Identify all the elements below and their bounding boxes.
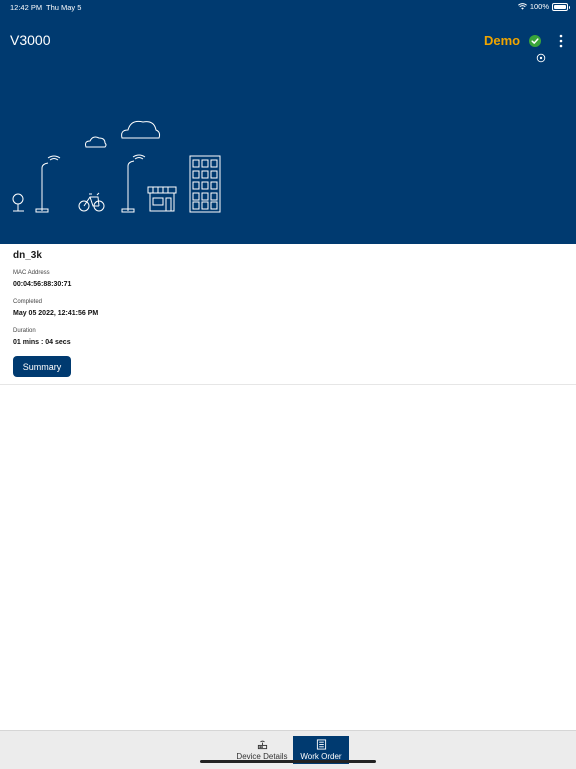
mac-address-label: MAC Address: [13, 270, 50, 276]
status-indicators: 100%: [517, 2, 570, 11]
duration-label: Duration: [13, 328, 36, 334]
completed-value: May 05 2022, 12:41:56 PM: [13, 310, 99, 317]
bottom-tab-bar: Device Details Work Order: [0, 730, 576, 769]
checkmark-circle-icon[interactable]: [529, 35, 541, 47]
more-vertical-icon[interactable]: [558, 34, 564, 48]
mac-address-value: 00:04:56:88:30:71: [13, 281, 72, 288]
demo-mode-label[interactable]: Demo: [484, 33, 520, 48]
summary-button[interactable]: Summary: [13, 356, 71, 377]
completed-label: Completed: [13, 299, 43, 305]
router-icon: [257, 740, 267, 750]
battery-icon: [552, 2, 570, 11]
status-bar: 12:42 PM Thu May 5 100%: [0, 0, 576, 14]
wifi-icon: [517, 3, 527, 10]
app-header: 12:42 PM Thu May 5 100% V3000 Demo: [0, 0, 576, 244]
device-name: dn_3k: [13, 250, 42, 261]
status-time: 12:42 PM: [10, 3, 43, 12]
home-indicator[interactable]: [200, 760, 376, 763]
status-date: Thu May 5: [46, 3, 82, 12]
device-info-panel: dn_3k MAC Address 00:04:56:88:30:71 Comp…: [0, 244, 576, 385]
battery-percent: 100%: [529, 2, 549, 11]
sync-status-icon[interactable]: [536, 53, 546, 63]
smart-city-illustration: [12, 120, 221, 213]
app-title: V3000: [10, 32, 51, 48]
document-list-icon: [316, 739, 326, 750]
duration-value: 01 mins : 04 secs: [13, 339, 71, 346]
